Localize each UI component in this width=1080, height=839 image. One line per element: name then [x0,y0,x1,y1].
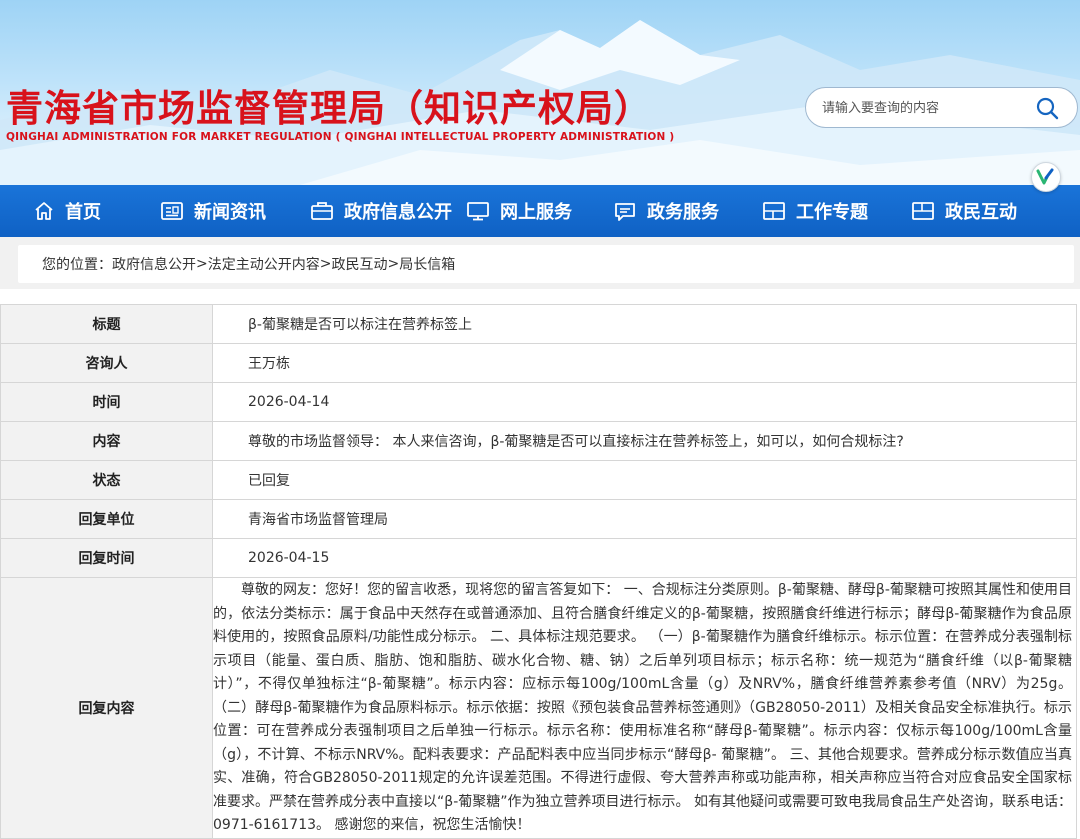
reply-time-value: 2026-04-15 [212,538,1077,578]
chat-icon [615,203,635,221]
nav-item-gov-info-label: 政府信息公开 [344,202,452,223]
table-row: 咨询人 王万栋 [0,343,1077,383]
nav-item-home-label: 首页 [65,202,101,223]
reply-unit-label: 回复单位 [0,499,213,539]
layout-icon [763,202,785,220]
nav-item-home[interactable]: 首页 [33,185,101,237]
status-value: 已回复 [212,460,1077,500]
content-label: 内容 [0,421,213,461]
nav-item-gov-service[interactable]: 政务服务 [613,185,719,237]
breadcrumb: 您的位置： 政府信息公开 > 法定主动公开内容 > 政民互动 > 局长信箱 [18,245,1074,283]
accessibility-button[interactable] [1031,162,1061,192]
breadcrumb-item-gov-info[interactable]: 政府信息公开 [112,254,196,274]
title-value: β-葡聚糖是否可以标注在营养标签上 [212,304,1077,344]
reply-time-label: 回复时间 [0,538,213,578]
nav-item-online-service[interactable]: 网上服务 [466,185,572,237]
interaction-icon [912,202,934,220]
breadcrumb-prefix: 您的位置： [42,257,112,273]
breadcrumb-item-public-content[interactable]: 法定主动公开内容 [208,254,320,274]
search-icon [1036,97,1059,120]
breadcrumb-item-interaction[interactable]: 政民互动 [331,254,387,274]
home-icon [35,202,53,220]
table-row: 内容 尊敬的市场监督领导： 本人来信咨询，β-葡聚糖是否可以直接标注在营养标签上… [0,421,1077,461]
breadcrumb-separator: > [319,256,332,272]
time-value: 2026-04-14 [212,382,1077,422]
search-input[interactable] [822,97,1022,119]
breadcrumb-item-mailbox[interactable]: 局长信箱 [399,254,455,274]
nav-item-news[interactable]: 新闻资讯 [160,185,266,237]
time-label: 时间 [0,382,213,422]
monitor-icon [467,202,489,221]
reply-unit-value: 青海省市场监督管理局 [212,499,1077,539]
site-title: 青海省市场监督管理局（知识产权局） [6,87,652,130]
accessibility-icon [1036,168,1054,185]
status-label: 状态 [0,460,213,500]
table-row: 回复单位 青海省市场监督管理局 [0,499,1077,539]
table-row: 时间 2026-04-14 [0,382,1077,422]
breadcrumb-bar: 您的位置： 政府信息公开 > 法定主动公开内容 > 政民互动 > 局长信箱 [0,237,1080,289]
content-value: 尊敬的市场监督领导： 本人来信咨询，β-葡聚糖是否可以直接标注在营养标签上，如可… [212,421,1077,461]
asker-value: 王万栋 [212,343,1077,383]
main-nav: 首页 新闻资讯 政府信息公开 网上服务 政务服务 工作专题 政民互动 [0,185,1080,237]
breadcrumb-separator: > [196,256,208,272]
briefcase-icon [311,202,333,220]
table-row: 状态 已回复 [0,460,1077,500]
asker-label: 咨询人 [0,343,213,383]
table-row: 回复时间 2026-04-15 [0,538,1077,578]
nav-item-online-service-label: 网上服务 [500,202,572,223]
nav-item-gov-info[interactable]: 政府信息公开 [310,185,452,237]
reply-content-value: 尊敬的网友：您好！您的留言收悉，现将您的留言答复如下： 一、合规标注分类原则。β… [212,577,1077,839]
nav-item-topics[interactable]: 工作专题 [762,185,868,237]
nav-item-interaction-label: 政民互动 [945,202,1017,223]
table-row: 标题 β-葡聚糖是否可以标注在营养标签上 [0,304,1077,344]
header-banner: 青海省市场监督管理局（知识产权局） QINGHAI ADMINISTRATION… [0,0,1080,185]
title-label: 标题 [0,304,213,344]
breadcrumb-separator: > [387,256,400,272]
nav-item-news-label: 新闻资讯 [194,202,266,223]
search-box [805,87,1078,128]
letter-detail-table: 标题 β-葡聚糖是否可以标注在营养标签上 咨询人 王万栋 时间 2026-04-… [0,304,1077,839]
nav-item-interaction[interactable]: 政民互动 [911,185,1017,237]
nav-item-gov-service-label: 政务服务 [647,202,719,223]
reply-content-label: 回复内容 [0,577,213,839]
search-button[interactable] [1035,96,1059,120]
table-row: 回复内容 尊敬的网友：您好！您的留言收悉，现将您的留言答复如下： 一、合规标注分… [0,577,1077,839]
news-icon [161,202,183,220]
nav-item-topics-label: 工作专题 [796,202,868,223]
site-subtitle: QINGHAI ADMINISTRATION FOR MARKET REGULA… [6,131,675,143]
